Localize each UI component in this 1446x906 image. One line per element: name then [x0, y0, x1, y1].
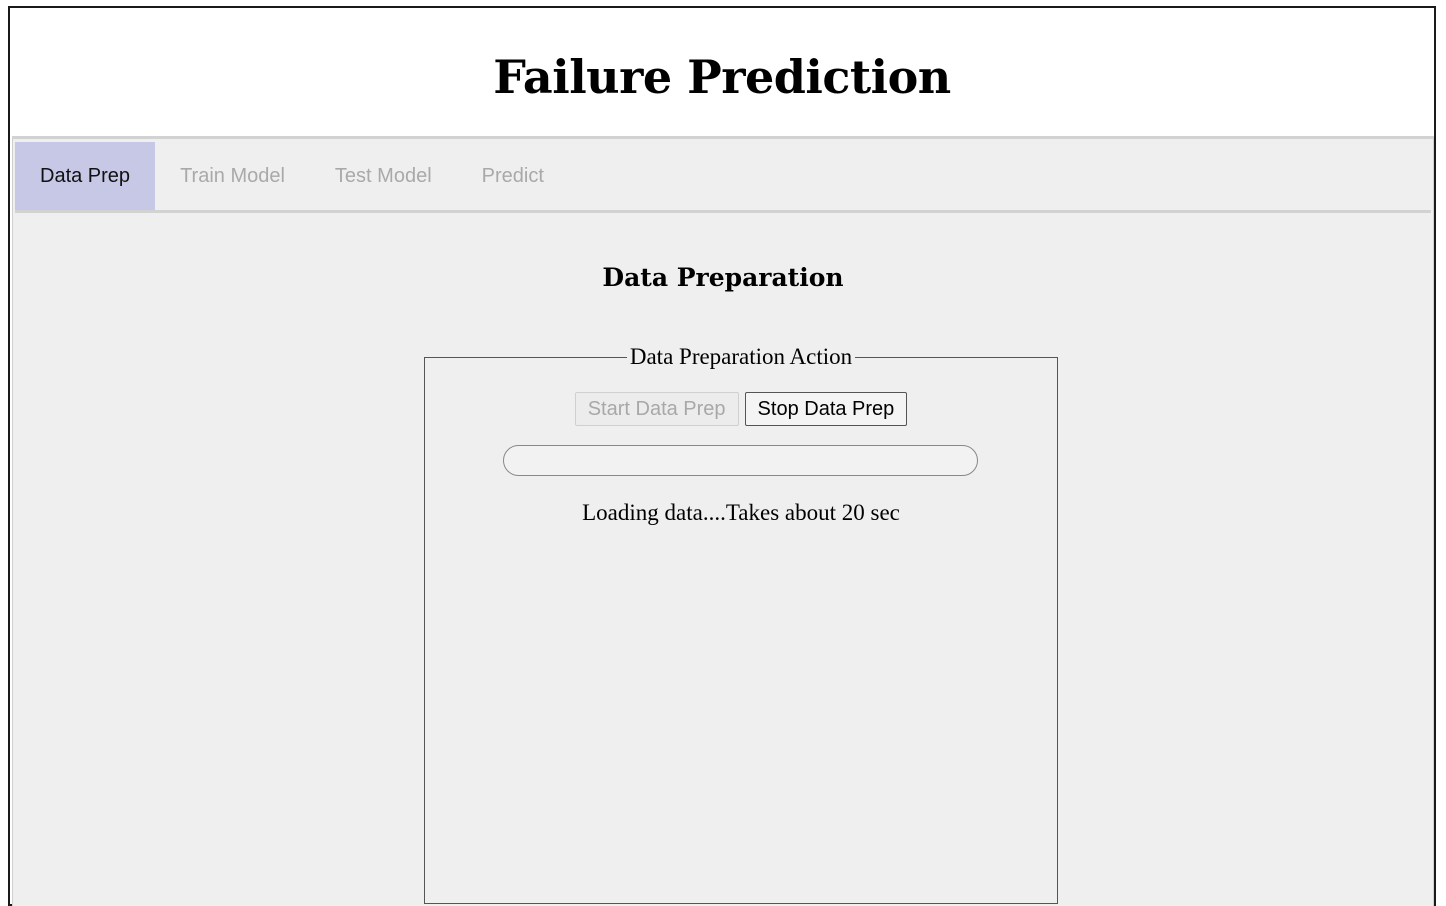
stop-data-prep-button[interactable]: Stop Data Prep — [744, 392, 908, 426]
tab-data-prep[interactable]: Data Prep — [15, 142, 156, 210]
app-frame: Failure Prediction Data Prep Train Model… — [8, 6, 1436, 906]
tab-test-model[interactable]: Test Model — [310, 142, 457, 210]
tab-predict[interactable]: Predict — [457, 142, 569, 210]
tab-train-model[interactable]: Train Model — [155, 142, 310, 210]
progress-bar — [503, 445, 978, 476]
page-title: Failure Prediction — [493, 50, 951, 104]
start-data-prep-button[interactable]: Start Data Prep — [574, 392, 739, 426]
main-panel: Data Prep Train Model Test Model Predict… — [12, 136, 1434, 906]
status-message: Loading data....Takes about 20 sec — [582, 500, 900, 525]
action-buttons: Start Data Prep Stop Data Prep — [425, 392, 1057, 426]
tab-bar: Data Prep Train Model Test Model Predict — [15, 142, 1431, 213]
data-prep-action-fieldset: Data Preparation Action Start Data Prep … — [424, 344, 1058, 904]
section-title: Data Preparation — [602, 263, 844, 292]
fieldset-legend: Data Preparation Action — [629, 344, 853, 369]
